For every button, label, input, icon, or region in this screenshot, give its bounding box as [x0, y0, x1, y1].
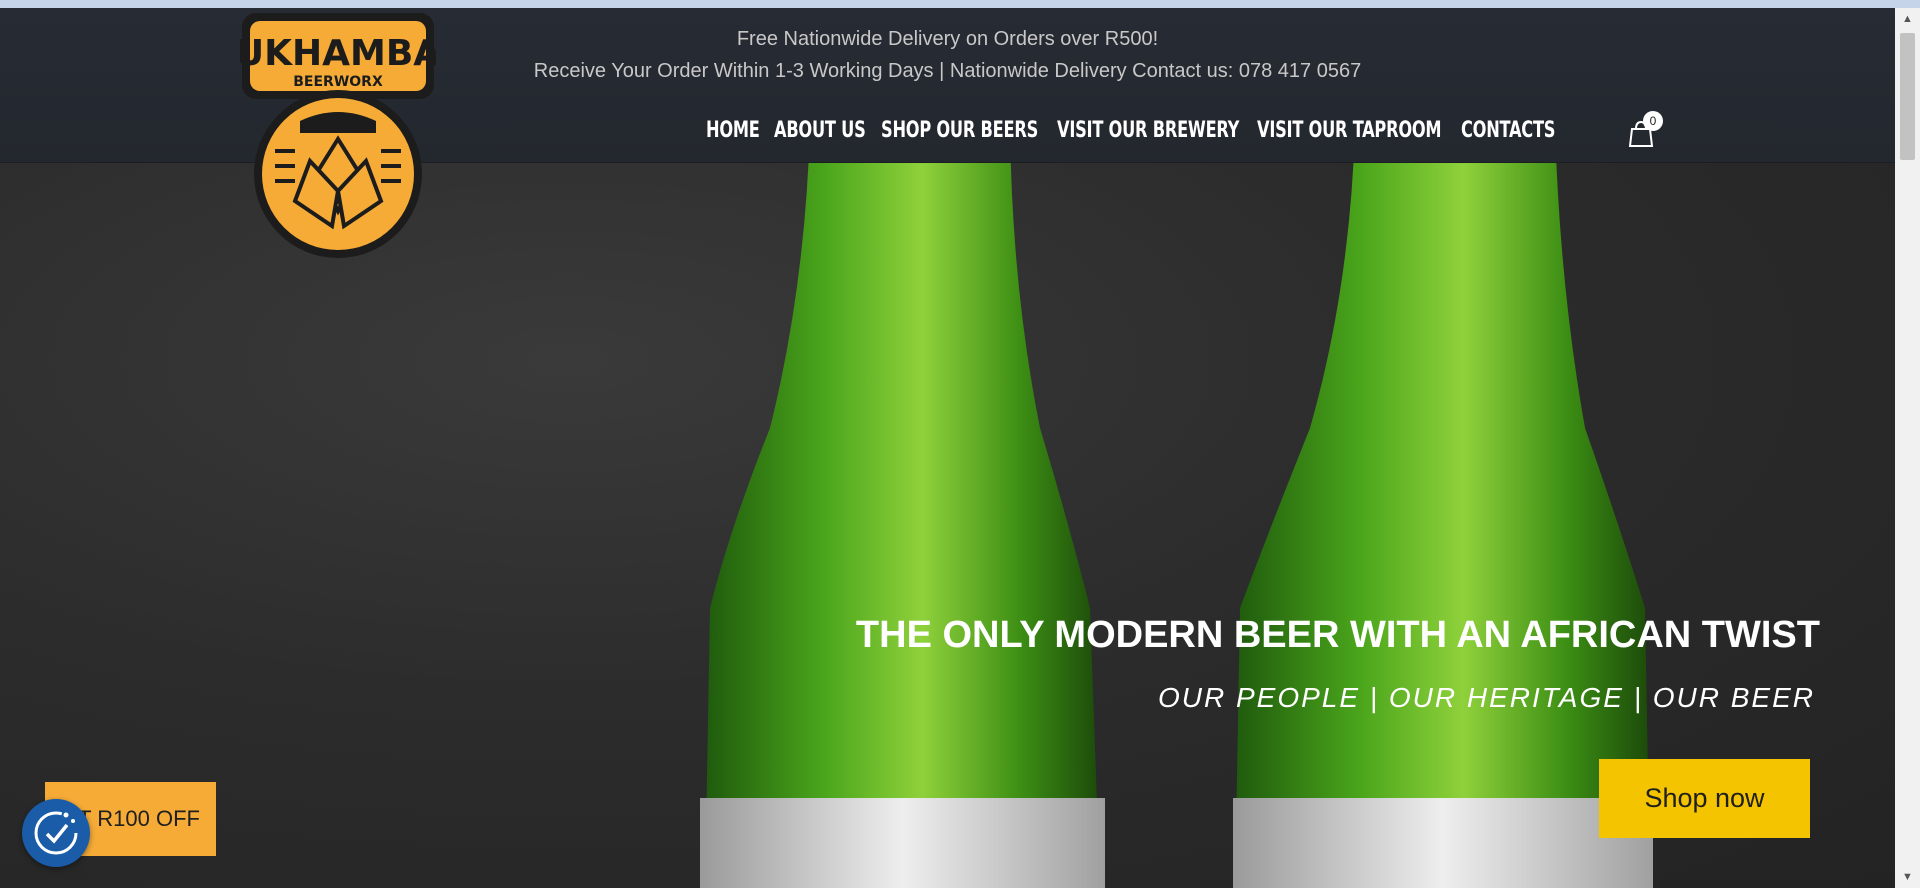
main-nav: HOME ABOUT US SHOP OUR BEERS VISIT OUR B… — [706, 118, 1563, 143]
nav-contacts[interactable]: CONTACTS — [1461, 118, 1555, 143]
cookie-consent-button[interactable] — [22, 799, 90, 867]
cart-count-badge: 0 — [1643, 111, 1663, 131]
promo-line-1: Free Nationwide Delivery on Orders over … — [736, 28, 1159, 50]
nav-about-us[interactable]: ABOUT US — [774, 118, 868, 143]
nav-visit-our-taproom[interactable]: VISIT OUR TAPROOM — [1257, 118, 1442, 143]
scroll-down-arrow-icon[interactable]: ▼ — [1895, 866, 1920, 888]
nav-visit-our-brewery[interactable]: VISIT OUR BREWERY — [1057, 118, 1239, 143]
hero-subtitle: OUR PEOPLE | OUR HERITAGE | OUR BEER — [1157, 682, 1815, 713]
logo-name: UKHAMBA — [240, 33, 436, 74]
cookie-consent-icon — [34, 811, 78, 855]
page: THE ONLY MODERN BEER WITH AN AFRICAN TWI… — [0, 8, 1895, 888]
shop-now-button[interactable]: Shop now — [1599, 759, 1810, 838]
promo-line-2: Receive Your Order Within 1-3 Working Da… — [533, 60, 1362, 82]
nav-shop-our-beers[interactable]: SHOP OUR BEERS — [881, 118, 1038, 143]
page-scrollbar[interactable]: ▲ ▼ — [1895, 8, 1920, 888]
browser-top-strip — [0, 0, 1920, 8]
nav-home[interactable]: HOME — [706, 118, 768, 143]
ukhamba-logo[interactable]: UKHAMBA BEERWORX — [240, 11, 436, 259]
scroll-thumb[interactable] — [1900, 33, 1915, 160]
logo-sub: BEERWORX — [293, 74, 383, 90]
scroll-up-arrow-icon[interactable]: ▲ — [1895, 8, 1920, 30]
hero-title: THE ONLY MODERN BEER WITH AN AFRICAN TWI… — [855, 614, 1820, 656]
